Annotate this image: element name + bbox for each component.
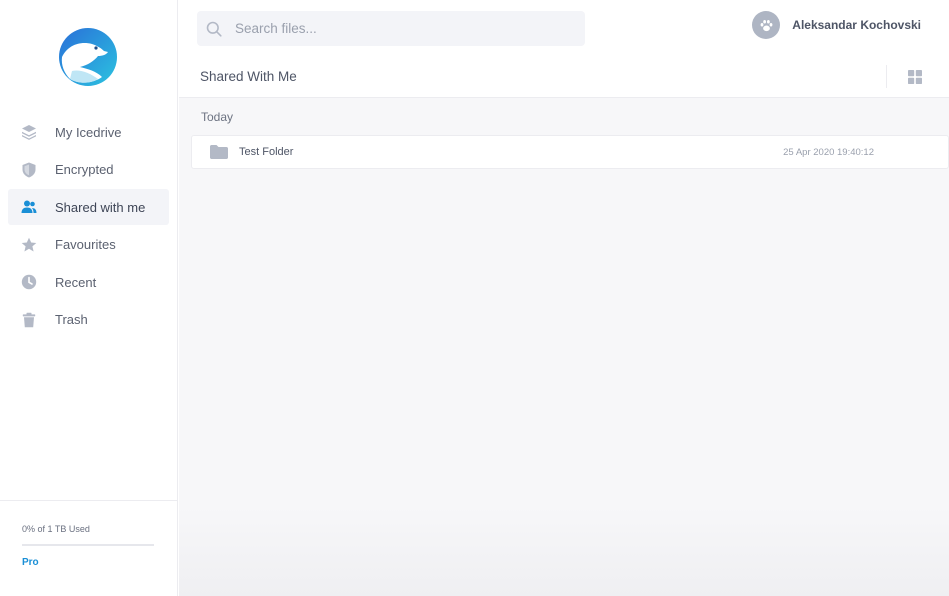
storage-usage-text: 0% of 1 TB Used <box>22 524 90 534</box>
users-icon <box>20 198 38 216</box>
user-name: Aleksandar Kochovski <box>792 18 921 32</box>
storage-panel: 0% of 1 TB Used Pro <box>0 500 178 596</box>
search-box[interactable] <box>197 11 585 46</box>
sidebar-item-label: Encrypted <box>55 162 114 177</box>
sidebar-item-label: Shared with me <box>55 199 146 215</box>
file-date: 25 Apr 2020 19:40:12 <box>783 146 874 158</box>
user-menu[interactable]: Aleksandar Kochovski <box>752 11 921 39</box>
page-title: Shared With Me <box>200 69 297 84</box>
sidebar-item-recent[interactable]: Recent <box>8 264 169 300</box>
clock-icon <box>20 273 38 291</box>
header-divider <box>886 65 887 88</box>
upgrade-pro-link[interactable]: Pro <box>22 557 39 568</box>
file-list-area: Today Test Folder 25 Apr 2020 19:40:12 <box>179 98 949 596</box>
sidebar-item-encrypted[interactable]: Encrypted <box>8 152 169 188</box>
grid-view-icon[interactable] <box>908 70 922 84</box>
avatar[interactable] <box>752 11 781 39</box>
sidebar: My Icedrive Encrypted Shared with me Fav… <box>0 0 178 596</box>
star-icon <box>20 236 38 254</box>
file-name: Test Folder <box>239 146 294 158</box>
page-header: Shared With Me <box>179 56 949 98</box>
sidebar-item-my-icedrive[interactable]: My Icedrive <box>8 114 169 150</box>
file-row[interactable]: Test Folder 25 Apr 2020 19:40:12 <box>191 135 949 169</box>
sidebar-item-label: Trash <box>55 312 88 327</box>
sidebar-item-label: My Icedrive <box>55 124 122 140</box>
sidebar-item-favourites[interactable]: Favourites <box>8 227 169 263</box>
sidebar-item-shared-with-me[interactable]: Shared with me <box>8 189 169 225</box>
trash-icon <box>20 311 38 329</box>
group-label-today: Today <box>201 110 234 124</box>
search-input[interactable] <box>235 21 555 36</box>
storage-progress-bar <box>22 544 154 546</box>
sidebar-item-label: Recent <box>55 274 97 290</box>
layers-icon <box>20 123 38 141</box>
sidebar-item-trash[interactable]: Trash <box>8 302 169 338</box>
paw-icon <box>760 19 773 31</box>
folder-icon <box>210 145 228 159</box>
shield-icon <box>20 161 38 179</box>
polar-bear-logo-icon[interactable] <box>58 27 118 87</box>
sidebar-item-label: Favourites <box>55 237 116 252</box>
search-icon <box>206 21 222 37</box>
top-bar: Aleksandar Kochovski <box>179 0 949 56</box>
sidebar-nav: My Icedrive Encrypted Shared with me Fav… <box>8 114 169 339</box>
